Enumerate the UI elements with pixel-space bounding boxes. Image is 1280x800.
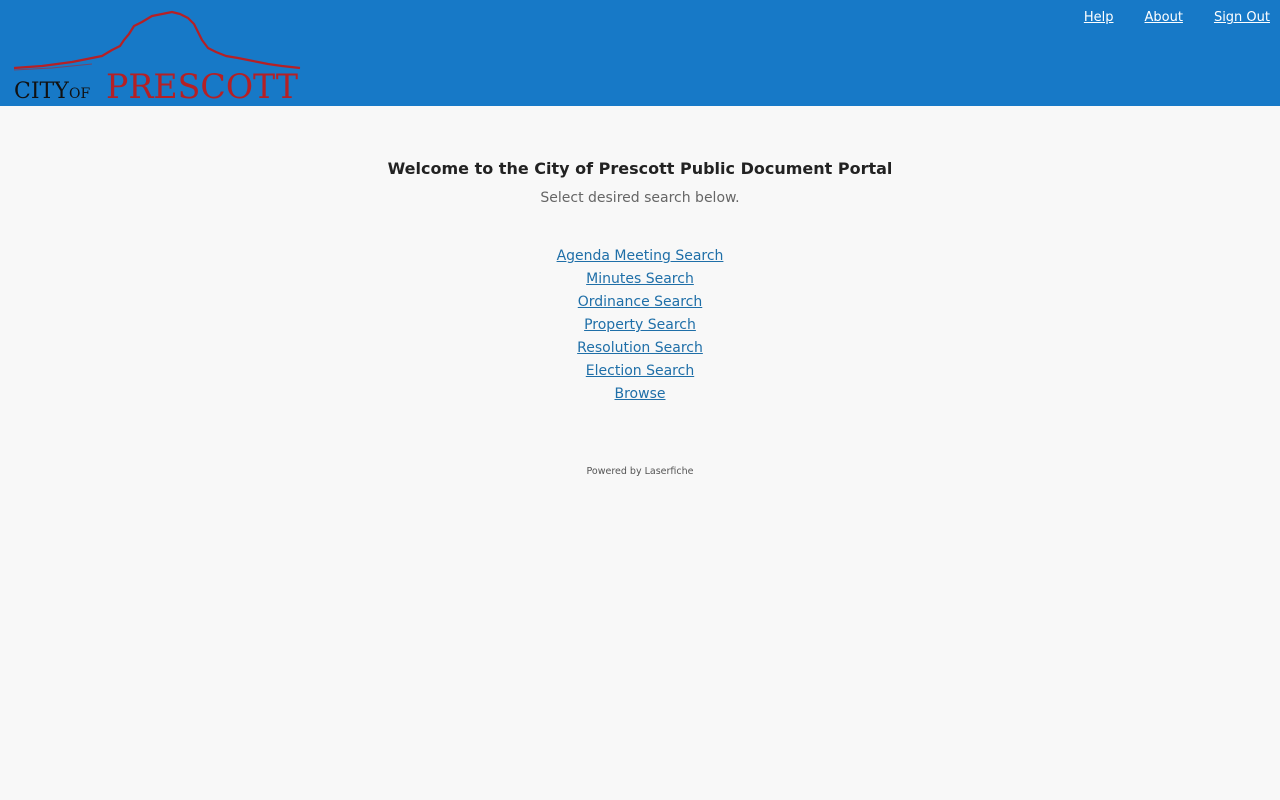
minutes-search-link[interactable]: Minutes Search bbox=[586, 271, 694, 287]
list-item: Browse bbox=[0, 382, 1280, 405]
ordinance-search-link[interactable]: Ordinance Search bbox=[578, 294, 703, 310]
top-nav: Help About Sign Out bbox=[1084, 9, 1270, 27]
list-item: Minutes Search bbox=[0, 267, 1280, 290]
powered-by-footer: Powered by Laserfiche bbox=[586, 466, 694, 477]
logo-of-text: OF bbox=[69, 86, 90, 102]
page-title: Welcome to the City of Prescott Public D… bbox=[387, 159, 893, 178]
resolution-search-link[interactable]: Resolution Search bbox=[577, 340, 703, 356]
election-search-link[interactable]: Election Search bbox=[586, 363, 694, 379]
city-logo[interactable]: CITY OF PRESCOTT bbox=[12, 10, 302, 102]
main-content: Welcome to the City of Prescott Public D… bbox=[0, 106, 1280, 479]
help-link[interactable]: Help bbox=[1084, 9, 1114, 27]
property-search-link[interactable]: Property Search bbox=[584, 317, 696, 333]
search-links-list: Agenda Meeting Search Minutes Search Ord… bbox=[0, 244, 1280, 405]
list-item: Ordinance Search bbox=[0, 290, 1280, 313]
list-item: Resolution Search bbox=[0, 336, 1280, 359]
logo-city-text: CITY bbox=[14, 79, 69, 102]
list-item: Agenda Meeting Search bbox=[0, 244, 1280, 267]
mountain-skyline-logo-icon: CITY OF PRESCOTT bbox=[13, 10, 301, 102]
page-header: CITY OF PRESCOTT Help About Sign Out bbox=[0, 0, 1280, 106]
list-item: Property Search bbox=[0, 313, 1280, 336]
about-link[interactable]: About bbox=[1145, 9, 1183, 27]
sign-out-link[interactable]: Sign Out bbox=[1214, 9, 1270, 27]
logo-name-text: PRESCOTT bbox=[106, 67, 298, 102]
agenda-meeting-search-link[interactable]: Agenda Meeting Search bbox=[557, 248, 724, 264]
browse-link[interactable]: Browse bbox=[615, 386, 666, 402]
list-item: Election Search bbox=[0, 359, 1280, 382]
page-subtitle: Select desired search below. bbox=[540, 190, 740, 206]
